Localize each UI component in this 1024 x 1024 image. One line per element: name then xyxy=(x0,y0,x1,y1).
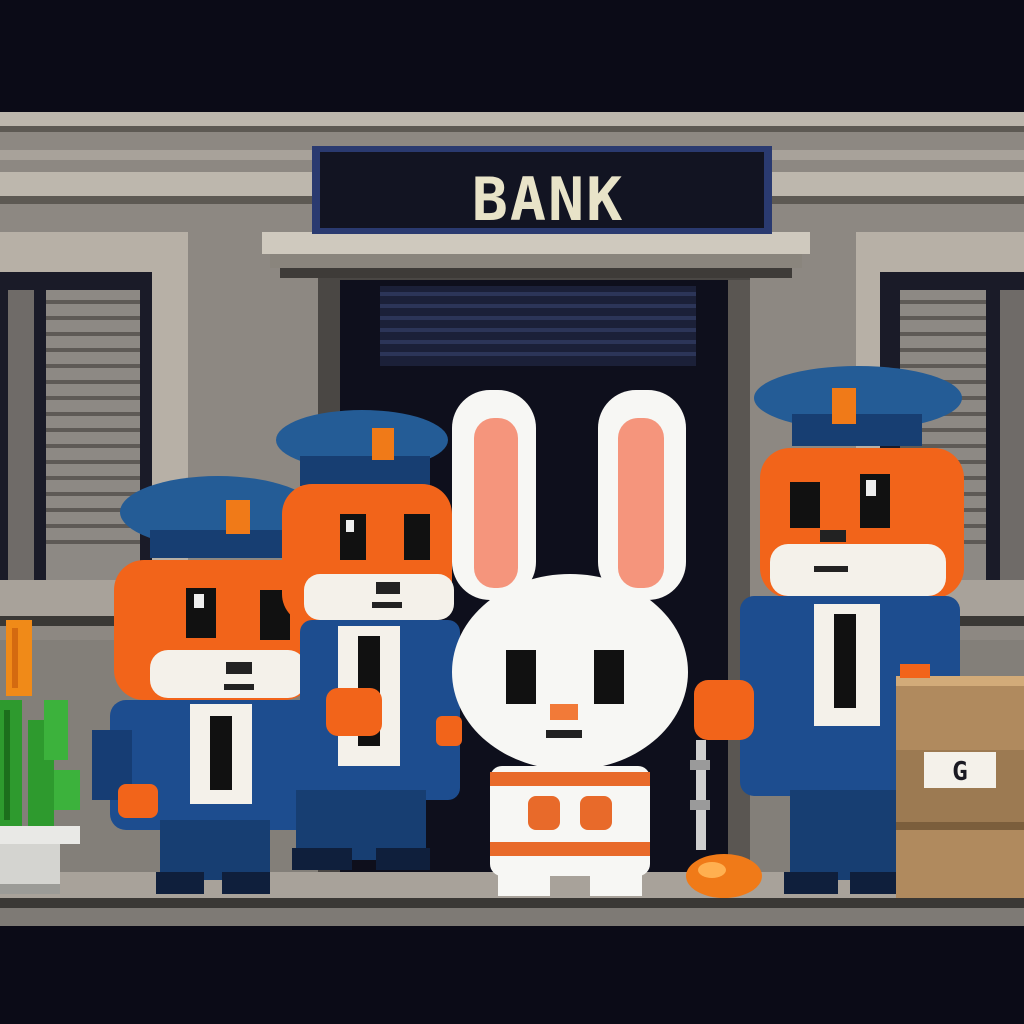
crate-label: G xyxy=(952,757,968,787)
bank-canopy xyxy=(262,232,810,278)
crate-stack: G xyxy=(896,664,1024,898)
game-scene: BANK G xyxy=(0,0,1024,1024)
bank-sign-text: BANK xyxy=(472,165,625,235)
bank-sign: BANK xyxy=(312,146,772,235)
night-sky xyxy=(0,0,1024,112)
